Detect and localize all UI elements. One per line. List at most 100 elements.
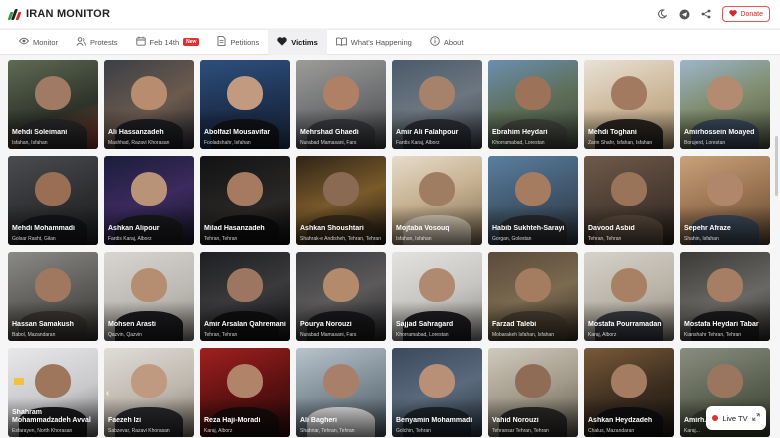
tab-whats-happening[interactable]: What's Happening bbox=[327, 29, 421, 55]
victim-name: Pourya Norouzi bbox=[300, 321, 352, 328]
victim-location: Tehransar Tehran, Tehran bbox=[492, 428, 549, 434]
tab-victims[interactable]: Victims bbox=[268, 29, 327, 55]
tab-protests[interactable]: Protests bbox=[67, 29, 127, 55]
victim-name: Ashkan Alipour bbox=[108, 225, 160, 232]
victim-card[interactable]: Habib Sukhteh-Sarayi Gorgan, Golestan bbox=[488, 156, 578, 245]
tab-monitor[interactable]: Monitor bbox=[10, 29, 67, 55]
header-actions: Donate bbox=[656, 6, 770, 22]
nav-tabs: Monitor Protests Feb 14th New Petitions … bbox=[0, 29, 780, 55]
portrait bbox=[707, 268, 743, 302]
new-badge: New bbox=[183, 38, 200, 46]
victim-location: Tehran, Tehran bbox=[588, 236, 622, 242]
expand-icon[interactable] bbox=[751, 413, 760, 423]
portrait bbox=[515, 76, 551, 110]
victim-location: Golchin, Tehran bbox=[396, 428, 431, 434]
victim-location: Fardis Karaj, Alborz bbox=[108, 236, 152, 242]
victim-name: Ashkan Shoushtari bbox=[300, 225, 364, 232]
victim-location: Kianshahr Tehran, Tehran bbox=[684, 332, 742, 338]
victim-card[interactable]: Ali Bagheri Shahriar, Tehran, Tehran bbox=[296, 348, 386, 437]
victim-card[interactable]: Reza Haji-Moradi Karaj, Alborz bbox=[200, 348, 290, 437]
victim-name: Shahram Mohammadzadeh Avval bbox=[12, 409, 91, 424]
people-icon bbox=[76, 36, 86, 48]
victim-card[interactable]: Hassan Samakush Babol, Mazandaran bbox=[8, 252, 98, 341]
app-title: IRAN MONITOR bbox=[26, 8, 111, 20]
victim-location: Fardis Karaj, Alborz bbox=[396, 140, 440, 146]
portrait bbox=[131, 76, 167, 110]
logo[interactable]: IRAN MONITOR bbox=[7, 8, 111, 20]
victim-location: Shahrak-e Andisheh, Tehran, Tehran bbox=[300, 236, 381, 242]
victim-card[interactable]: Ashkan Alipour Fardis Karaj, Alborz bbox=[104, 156, 194, 245]
victim-location: Isfahan, Isfahan bbox=[396, 236, 432, 242]
portrait bbox=[131, 172, 167, 206]
victim-card[interactable]: Mostafa Pourramadan Karaj, Alborz bbox=[584, 252, 674, 341]
victim-name: Mehdi Soleimani bbox=[12, 129, 68, 136]
portrait bbox=[323, 172, 359, 206]
victim-card[interactable]: Abolfazl Mousavifar Fooladshahr, Isfahan bbox=[200, 60, 290, 149]
victim-name: Milad Hasanzadeh bbox=[204, 225, 265, 232]
victim-card[interactable]: Ali Hassanzadeh Mashhad, Razavi Khorasan bbox=[104, 60, 194, 149]
victim-card[interactable]: Ashkan Shoushtari Shahrak-e Andisheh, Te… bbox=[296, 156, 386, 245]
tab-petitions[interactable]: Petitions bbox=[208, 29, 268, 55]
victim-name: Hassan Samakush bbox=[12, 321, 74, 328]
victim-card[interactable]: Farzad Talebi Mobarakeh Isfahan, Isfahan bbox=[488, 252, 578, 341]
portrait bbox=[611, 172, 647, 206]
tab-feb-14th[interactable]: Feb 14th New bbox=[127, 29, 209, 55]
victim-location: Golsar Rasht, Gilan bbox=[12, 236, 56, 242]
donate-label: Donate bbox=[740, 10, 763, 18]
victim-card[interactable]: Davood Asbid Tehran, Tehran bbox=[584, 156, 674, 245]
victim-location: Khorramabad, Lorestan bbox=[396, 332, 449, 338]
share-icon[interactable] bbox=[700, 8, 712, 20]
portrait bbox=[227, 364, 263, 398]
victim-card[interactable]: Pourya Norouzi Nurabad Mamasani, Fars bbox=[296, 252, 386, 341]
donate-button[interactable]: Donate bbox=[722, 6, 770, 22]
tab-label: Victims bbox=[291, 37, 318, 47]
top-bar: IRAN MONITOR Donate bbox=[0, 0, 780, 28]
portrait bbox=[227, 172, 263, 206]
victim-card[interactable]: Sajjad Sahragard Khorramabad, Lorestan bbox=[392, 252, 482, 341]
victim-card[interactable]: ‹ Faezeh Izi Sabzevar, Razavi Khorasan bbox=[104, 348, 194, 437]
victim-name: Davood Asbid bbox=[588, 225, 635, 232]
victim-card[interactable]: Sepehr Afraze Shahin, Isfahan bbox=[680, 156, 770, 245]
victim-location: Isfahan, Isfahan bbox=[12, 140, 48, 146]
victim-card[interactable]: Mohsen Arasti Qazvin, Qazvin bbox=[104, 252, 194, 341]
tab-label: Monitor bbox=[33, 37, 59, 47]
portrait bbox=[611, 268, 647, 302]
portrait bbox=[35, 76, 71, 110]
victim-card[interactable]: Mehdi Toghani Zarin Shahr, Isfahan, Isfa… bbox=[584, 60, 674, 149]
portrait bbox=[35, 268, 71, 302]
victim-card[interactable]: Mehdi Mohammadi Golsar Rasht, Gilan bbox=[8, 156, 98, 245]
victim-name: Mostafa Pourramadan bbox=[588, 321, 662, 328]
victim-card[interactable]: Mojtaba Vosouq Isfahan, Isfahan bbox=[392, 156, 482, 245]
live-dot-icon bbox=[712, 415, 719, 421]
victim-card[interactable]: Amirhossein Moayed Borujerd, Lorestan bbox=[680, 60, 770, 149]
scrollbar[interactable] bbox=[774, 56, 779, 438]
victims-grid: Mehdi Soleimani Isfahan, Isfahan Ali Has… bbox=[8, 60, 770, 437]
portrait bbox=[227, 76, 263, 110]
victim-card[interactable]: Mehdi Soleimani Isfahan, Isfahan bbox=[8, 60, 98, 149]
victim-location: Zarin Shahr, Isfahan, Isfahan bbox=[588, 140, 653, 146]
portrait bbox=[611, 76, 647, 110]
victim-location: Karaj, Alborz bbox=[204, 428, 233, 434]
victim-card[interactable]: Ebrahim Heydari Khorramabad, Lorestan bbox=[488, 60, 578, 149]
victim-card[interactable]: Mehrshad Ghaedi Nurabad Mamasani, Fars bbox=[296, 60, 386, 149]
theme-toggle-icon[interactable] bbox=[656, 8, 668, 20]
portrait bbox=[131, 364, 167, 398]
victim-card[interactable]: Shahram Mohammadzadeh Avval Esfarayen, N… bbox=[8, 348, 98, 437]
portrait bbox=[323, 364, 359, 398]
victim-location: Tehran, Tehran bbox=[204, 236, 238, 242]
victim-card[interactable]: Ashkan Heydzadeh Chalus, Mazandaran bbox=[584, 348, 674, 437]
victim-card[interactable]: Milad Hasanzadeh Tehran, Tehran bbox=[200, 156, 290, 245]
victim-card[interactable]: Amir Ali Falahpour Fardis Karaj, Alborz bbox=[392, 60, 482, 149]
tab-about[interactable]: About bbox=[421, 29, 473, 55]
portrait bbox=[707, 364, 743, 398]
live-tv-button[interactable]: Live TV bbox=[706, 406, 766, 430]
victim-card[interactable]: Vahid Norouzi Tehransar Tehran, Tehran bbox=[488, 348, 578, 437]
scrollbar-thumb[interactable] bbox=[775, 136, 778, 196]
victim-card[interactable]: Mostafa Heydari Tabar Kianshahr Tehran, … bbox=[680, 252, 770, 341]
victim-card[interactable]: Benyamin Mohammadi Golchin, Tehran bbox=[392, 348, 482, 437]
portrait bbox=[323, 268, 359, 302]
victim-name: Ali Hassanzadeh bbox=[108, 129, 164, 136]
victim-card[interactable]: Amir Arsalan Qahremani Tehran, Tehran bbox=[200, 252, 290, 341]
telegram-icon[interactable] bbox=[678, 8, 690, 20]
portrait bbox=[323, 76, 359, 110]
